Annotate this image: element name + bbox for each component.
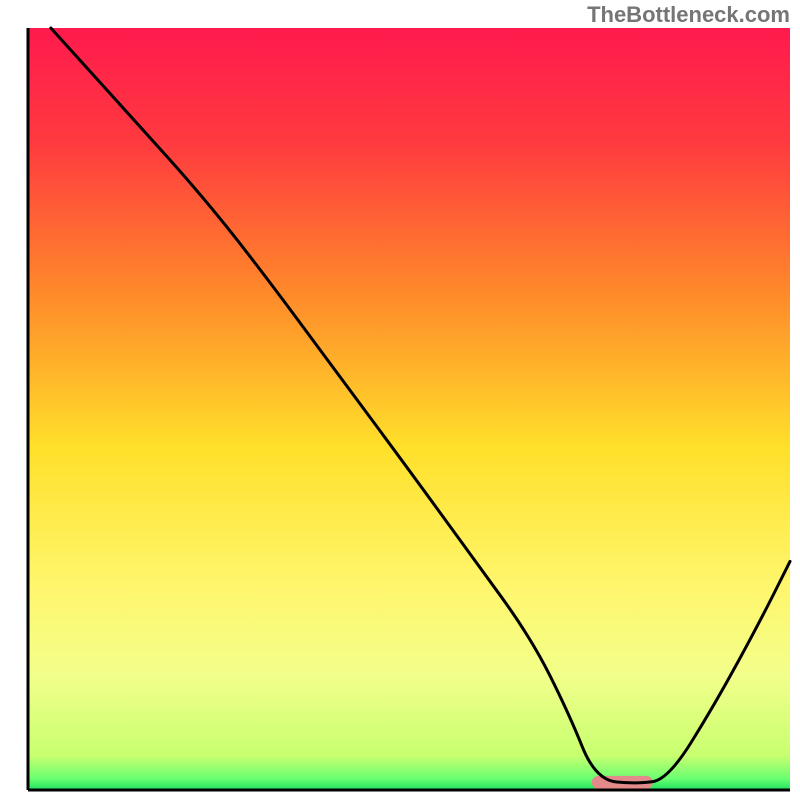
chart-svg bbox=[0, 0, 800, 800]
gradient-background bbox=[28, 28, 790, 790]
watermark-text: TheBottleneck.com bbox=[587, 2, 790, 28]
chart-container: TheBottleneck.com bbox=[0, 0, 800, 800]
